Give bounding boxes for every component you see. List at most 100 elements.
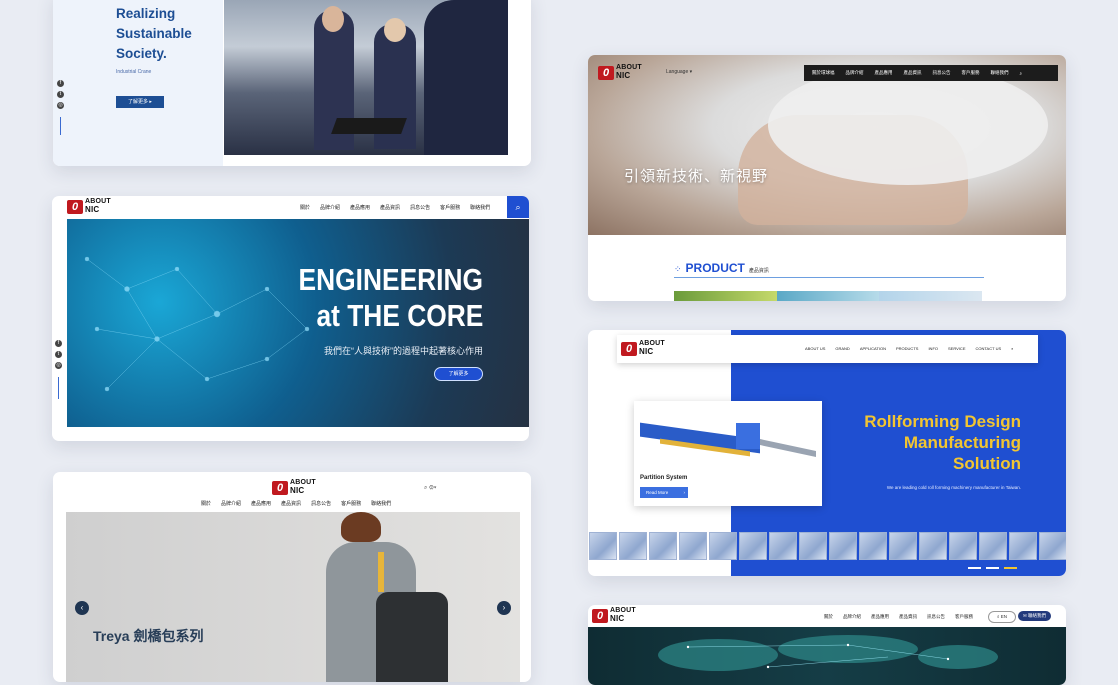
profile-thumb[interactable] xyxy=(1009,532,1037,560)
nav-item-news[interactable]: 訊息公告 xyxy=(410,204,430,211)
nav-item-brand[interactable]: 品牌介紹 xyxy=(221,500,241,507)
nav-item-contact[interactable]: CONTACT US xyxy=(976,346,1002,351)
twitter-icon[interactable]: t xyxy=(57,91,64,98)
machine-photo xyxy=(640,415,816,465)
nav-item-contact[interactable]: 聯絡我們 xyxy=(470,204,490,211)
hero-headline-2: Manufacturing xyxy=(903,433,1021,452)
nav-item-about[interactable]: ABOUT US xyxy=(805,346,825,351)
product-section-header: ⁘ PRODUCT 產品資訊 xyxy=(674,261,984,278)
learn-more-button[interactable]: 了解更多 ▸ xyxy=(116,96,164,108)
nav-item-about[interactable]: 關於環球福 xyxy=(812,70,835,76)
twitter-icon[interactable]: t xyxy=(55,351,62,358)
profile-thumb[interactable] xyxy=(769,532,797,560)
slide-dot-active[interactable] xyxy=(1004,567,1017,569)
facebook-icon[interactable]: f xyxy=(57,80,64,87)
instagram-icon[interactable]: ◎ xyxy=(55,362,62,369)
slide-dot[interactable] xyxy=(986,567,999,569)
nav-item-service[interactable]: 客戶服務 xyxy=(440,204,460,211)
search-icon[interactable]: ⌕ xyxy=(1011,346,1013,351)
search-button[interactable]: ⌕ xyxy=(507,196,529,218)
nav-item-products[interactable]: PRODUCTS xyxy=(896,346,918,351)
logo: 0 ABOUT NIC xyxy=(592,607,636,623)
hero-title: Treya 劍橋包系列 xyxy=(93,628,204,644)
nav-item-news[interactable]: 訊息公告 xyxy=(927,614,945,620)
main-nav: 關於環球福 品牌介紹 產品應用 產品資訊 訊息公告 客戶服務 聯絡我們 ⌕ xyxy=(804,65,1058,81)
nav-item-brand[interactable]: 品牌介紹 xyxy=(843,614,861,620)
language-button[interactable]: ⌕ EN xyxy=(988,611,1016,623)
profile-thumb[interactable] xyxy=(619,532,647,560)
nav-item-application[interactable]: 產品應用 xyxy=(871,614,889,620)
profile-thumb[interactable] xyxy=(919,532,947,560)
search-icon: ⌕ xyxy=(515,202,521,212)
learn-more-label: 了解更多 xyxy=(128,99,149,105)
logo-mark-icon: 0 xyxy=(598,65,614,80)
language-icon[interactable]: ⚙▾ xyxy=(429,485,436,491)
nav-item-about[interactable]: 關於 xyxy=(201,500,211,507)
search-icon[interactable]: ⌕ xyxy=(424,485,427,491)
nav-item-news[interactable]: 訊息公告 xyxy=(933,70,951,76)
card-engineering: 0 ABOUT NIC 關於 品牌介紹 產品應用 產品資訊 訊息公告 客戶服務 聯… xyxy=(52,196,529,441)
logo-text-bottom: NIC xyxy=(639,347,654,356)
hero-banner xyxy=(588,55,1066,235)
nav-item-products[interactable]: 產品資訊 xyxy=(904,70,922,76)
read-more-button[interactable]: Read More › xyxy=(640,487,688,498)
learn-more-button[interactable]: 了解更多 xyxy=(434,367,483,381)
product-title: PRODUCT xyxy=(685,261,745,275)
slide-dot[interactable] xyxy=(968,567,981,569)
profile-thumb[interactable] xyxy=(829,532,857,560)
nav-item-about[interactable]: 關於 xyxy=(300,204,310,211)
main-nav: 關於 品牌介紹 產品應用 產品資訊 訊息公告 客戶服務 xyxy=(824,614,973,620)
nav-item-products[interactable]: 產品資訊 xyxy=(899,614,917,620)
card-industrial-crane: Realizing Sustainable Society. Industria… xyxy=(53,0,531,166)
profile-thumb[interactable] xyxy=(889,532,917,560)
instagram-icon[interactable]: ◎ xyxy=(57,102,64,109)
logo-mark-icon: 0 xyxy=(621,341,637,356)
profile-thumb[interactable] xyxy=(679,532,707,560)
profile-thumb[interactable] xyxy=(589,532,617,560)
profile-thumb[interactable] xyxy=(649,532,677,560)
main-nav: ABOUT US GRAND APPLICATION PRODUCTS INFO… xyxy=(805,346,1013,351)
nav-item-service[interactable]: 客戶服務 xyxy=(962,70,980,76)
nav-item-service[interactable]: 客戶服務 xyxy=(955,614,973,620)
profile-thumb[interactable] xyxy=(859,532,887,560)
nav-item-brand[interactable]: 品牌介紹 xyxy=(846,70,864,76)
profile-thumb[interactable] xyxy=(949,532,977,560)
nav-item-service[interactable]: 客戶服務 xyxy=(341,500,361,507)
hero-headline-1: Rollforming Design xyxy=(864,412,1021,431)
headline-line-1: Realizing xyxy=(116,6,176,21)
hero-headline-1: ENGINEERING xyxy=(298,262,483,297)
nav-item-application[interactable]: 產品應用 xyxy=(350,204,370,211)
workers-photo xyxy=(224,0,508,155)
nav-item-products[interactable]: 產品資訊 xyxy=(380,204,400,211)
nav-item-contact[interactable]: 聯絡我們 xyxy=(371,500,391,507)
read-more-label: Read More xyxy=(646,490,669,495)
nav-item-products[interactable]: 產品資訊 xyxy=(281,500,301,507)
nav-item-application[interactable]: 產品應用 xyxy=(875,70,893,76)
nav-item-news[interactable]: 訊息公告 xyxy=(311,500,331,507)
profile-thumb[interactable] xyxy=(739,532,767,560)
card-product-sand: 0 ABOUT NIC Language ▾ 關於環球福 品牌介紹 產品應用 產品… xyxy=(588,55,1066,301)
prev-slide-button[interactable]: ‹ xyxy=(75,601,89,615)
profile-thumb[interactable] xyxy=(709,532,737,560)
nav-item-info[interactable]: INFO xyxy=(928,346,938,351)
nav-item-brand[interactable]: 品牌介紹 xyxy=(320,204,340,211)
nav-item-application[interactable]: 產品應用 xyxy=(251,500,271,507)
profile-thumb[interactable] xyxy=(799,532,827,560)
nav-item-grand[interactable]: GRAND xyxy=(835,346,849,351)
nav-item-contact[interactable]: 聯絡我們 xyxy=(991,70,1009,76)
contact-button[interactable]: ✉ 聯絡我們 xyxy=(1018,611,1051,621)
facebook-icon[interactable]: f xyxy=(55,340,62,347)
logo-text-bottom: NIC xyxy=(610,614,625,623)
nav-item-application[interactable]: APPLICATION xyxy=(860,346,886,351)
profile-thumb[interactable] xyxy=(1039,532,1066,560)
next-slide-button[interactable]: › xyxy=(497,601,511,615)
language-selector[interactable]: Language ▾ xyxy=(666,69,692,75)
profile-thumb[interactable] xyxy=(979,532,1007,560)
nav-item-about[interactable]: 關於 xyxy=(824,614,833,620)
nav-item-service[interactable]: SERVICE xyxy=(948,346,966,351)
main-nav: 關於 品牌介紹 產品應用 產品資訊 訊息公告 客戶服務 聯絡我們 xyxy=(201,500,391,507)
logo: 0 ABOUT NIC xyxy=(67,198,111,214)
model-photo xyxy=(316,512,456,682)
search-icon[interactable]: ⌕ xyxy=(1020,71,1023,76)
hero-headline-2: at THE CORE xyxy=(316,298,483,333)
